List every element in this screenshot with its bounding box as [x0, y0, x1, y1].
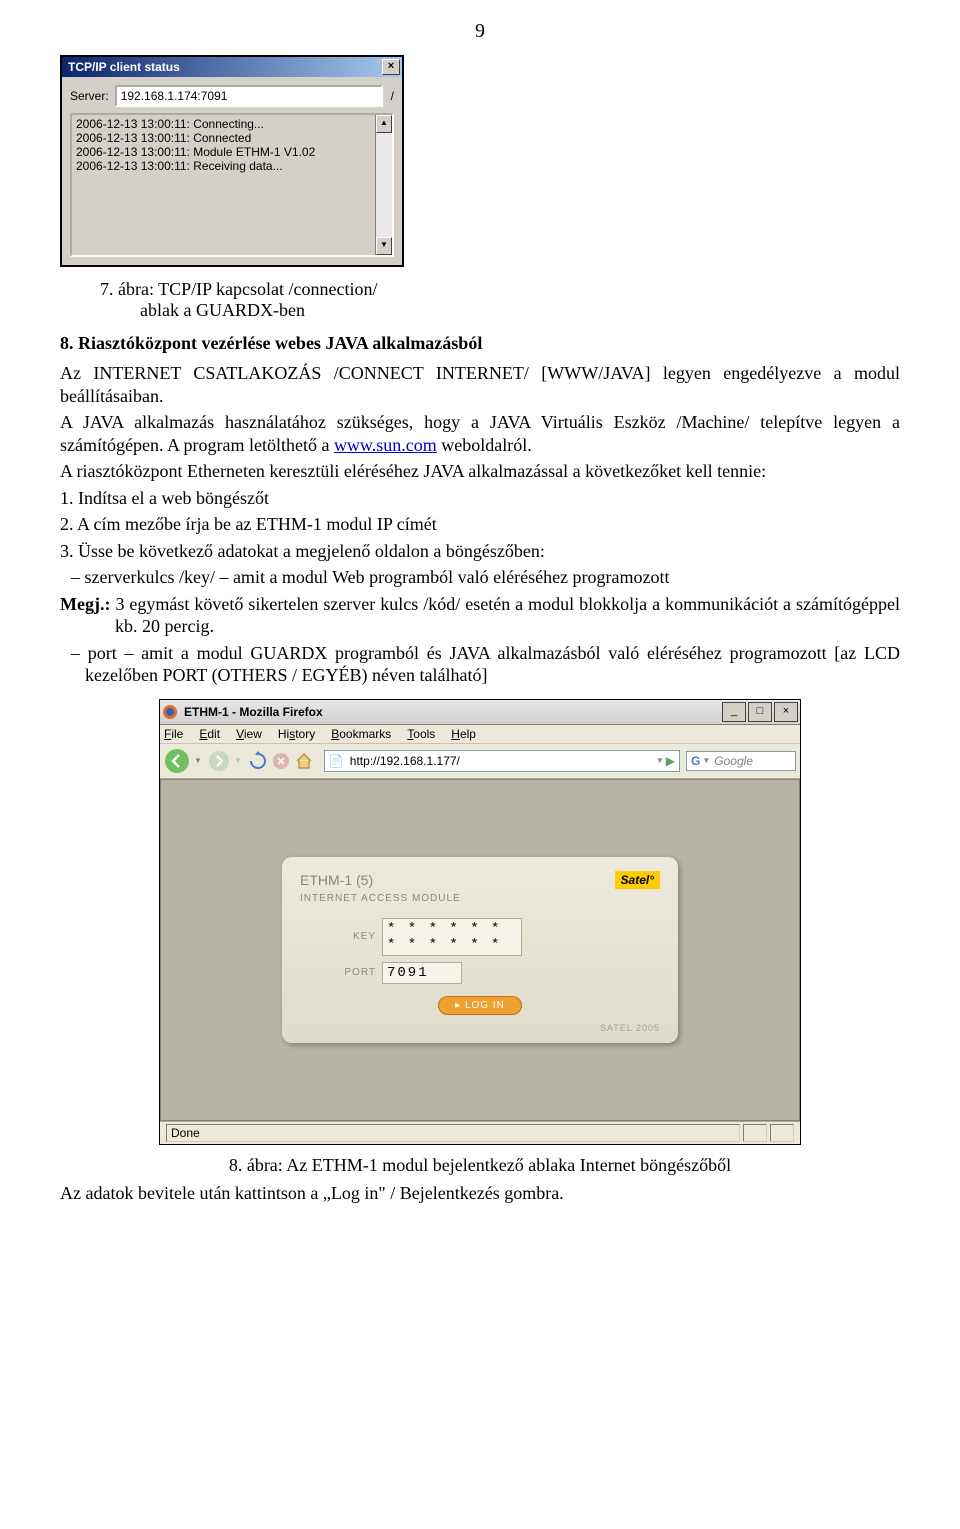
- google-icon: G: [691, 754, 700, 768]
- menu-help[interactable]: Help: [451, 727, 476, 741]
- login-button[interactable]: ▸ LOG IN: [438, 996, 522, 1015]
- stop-icon[interactable]: [272, 752, 290, 770]
- figure1-caption: 7. ábra: TCP/IP kapcsolat /connection/ a…: [100, 279, 900, 321]
- section-heading: 8. Riasztóközpont vezérlése webes JAVA a…: [60, 333, 900, 354]
- forward-icon[interactable]: [208, 750, 230, 772]
- log-line: 2006-12-13 13:00:11: Module ETHM-1 V1.02: [76, 145, 371, 159]
- address-bar[interactable]: 📄 ▼ ▶: [324, 750, 680, 772]
- firefox-menubar: File Edit View History Bookmarks Tools H…: [160, 725, 800, 744]
- panel-title: ETHM-1 (5): [300, 872, 373, 888]
- page-number: 9: [60, 20, 900, 43]
- key-label: KEY: [330, 931, 376, 942]
- page-content: ETHM-1 (5) Satel° INTERNET ACCESS MODULE…: [160, 779, 800, 1121]
- paragraph: Az INTERNET CSATLAKOZÁS /CONNECT INTERNE…: [60, 362, 900, 407]
- server-label: Server:: [70, 89, 109, 103]
- port-label: PORT: [330, 967, 376, 978]
- login-panel: ETHM-1 (5) Satel° INTERNET ACCESS MODULE…: [282, 857, 678, 1043]
- chevron-down-icon: ▼: [234, 756, 242, 765]
- home-icon[interactable]: [294, 751, 314, 771]
- log-line: 2006-12-13 13:00:11: Receiving data...: [76, 159, 371, 173]
- step: 2. A cím mezőbe írja be az ETHM-1 modul …: [60, 513, 900, 536]
- search-box[interactable]: G ▼ Google: [686, 751, 796, 771]
- figure-firefox: ETHM-1 - Mozilla Firefox _ □ × File Edit…: [60, 699, 900, 1145]
- status-box: [770, 1124, 794, 1142]
- key-field[interactable]: * * * * * * * * * * * *: [382, 918, 522, 956]
- minimize-icon[interactable]: _: [722, 702, 746, 722]
- page-icon: 📄: [329, 754, 344, 768]
- titlebar: TCP/IP client status ×: [62, 57, 402, 77]
- satel-logo: Satel°: [615, 871, 660, 889]
- note: Megj.: 3 egymást követő sikertelen szerv…: [115, 593, 900, 638]
- tcpip-dialog: TCP/IP client status × Server: 192.168.1…: [60, 55, 404, 267]
- reload-icon[interactable]: [248, 751, 268, 771]
- caption-line: ablak a GUARDX-ben: [140, 300, 900, 321]
- chevron-down-icon[interactable]: ▼: [194, 756, 202, 765]
- firefox-icon: [162, 704, 178, 720]
- menu-bookmarks[interactable]: Bookmarks: [331, 727, 391, 741]
- panel-subtitle: INTERNET ACCESS MODULE: [300, 893, 660, 904]
- port-field[interactable]: 7091: [382, 962, 462, 984]
- panel-footer: SATEL 2005: [300, 1023, 660, 1033]
- paragraph: Az adatok bevitele után kattintson a „Lo…: [60, 1182, 900, 1205]
- step: 3. Üsse be következő adatokat a megjelen…: [60, 540, 900, 563]
- status-box: [743, 1124, 767, 1142]
- figure-tcpip-window: TCP/IP client status × Server: 192.168.1…: [60, 55, 900, 267]
- text: weboldalról.: [437, 435, 532, 455]
- caption-line: 7. ábra: TCP/IP kapcsolat /connection/: [100, 279, 900, 300]
- note-text: 3 egymást követő sikertelen szerver kulc…: [110, 594, 900, 637]
- window-title: TCP/IP client status: [68, 60, 382, 74]
- figure2-caption: 8. ábra: Az ETHM-1 modul bejelentkező ab…: [60, 1155, 900, 1176]
- firefox-toolbar: ▼ ▼ 📄 ▼ ▶ G ▼ Google: [160, 744, 800, 779]
- paragraph: A JAVA alkalmazás használatához szüksége…: [60, 411, 900, 456]
- step: 1. Indítsa el a web böngészőt: [60, 487, 900, 510]
- scrollbar[interactable]: ▲ ▼: [375, 115, 392, 255]
- close-icon[interactable]: ×: [774, 702, 798, 722]
- close-icon[interactable]: ×: [382, 59, 400, 75]
- url-input[interactable]: [348, 753, 654, 769]
- log-box: 2006-12-13 13:00:11: Connecting... 2006-…: [70, 113, 394, 257]
- dash-item: – szerverkulcs /key/ – amit a modul Web …: [85, 566, 900, 589]
- firefox-titlebar: ETHM-1 - Mozilla Firefox _ □ ×: [160, 700, 800, 725]
- link-sun[interactable]: www.sun.com: [334, 435, 437, 455]
- status-text: Done: [166, 1124, 740, 1142]
- scroll-up-icon[interactable]: ▲: [376, 115, 392, 133]
- dash-item: – port – amit a modul GUARDX programból …: [85, 642, 900, 687]
- back-icon[interactable]: [164, 748, 190, 774]
- log-line: 2006-12-13 13:00:11: Connected: [76, 131, 371, 145]
- note-label: Megj.:: [60, 594, 110, 614]
- go-icon[interactable]: ▶: [666, 754, 675, 768]
- menu-view[interactable]: View: [236, 727, 262, 741]
- chevron-down-icon[interactable]: ▼: [702, 756, 710, 765]
- firefox-title: ETHM-1 - Mozilla Firefox: [184, 705, 720, 719]
- firefox-statusbar: Done: [160, 1121, 800, 1144]
- chevron-down-icon[interactable]: ▼: [656, 756, 664, 765]
- server-input[interactable]: 192.168.1.174:7091: [115, 85, 383, 107]
- menu-history[interactable]: History: [278, 727, 315, 741]
- scroll-down-icon[interactable]: ▼: [376, 237, 392, 255]
- maximize-icon[interactable]: □: [748, 702, 772, 722]
- firefox-window: ETHM-1 - Mozilla Firefox _ □ × File Edit…: [159, 699, 801, 1145]
- search-placeholder: Google: [714, 754, 753, 768]
- menu-file[interactable]: File: [164, 727, 183, 741]
- separator: /: [391, 89, 394, 103]
- log-line: 2006-12-13 13:00:11: Connecting...: [76, 117, 371, 131]
- menu-edit[interactable]: Edit: [199, 727, 220, 741]
- paragraph: A riasztóközpont Etherneten keresztüli e…: [60, 460, 900, 483]
- menu-tools[interactable]: Tools: [407, 727, 435, 741]
